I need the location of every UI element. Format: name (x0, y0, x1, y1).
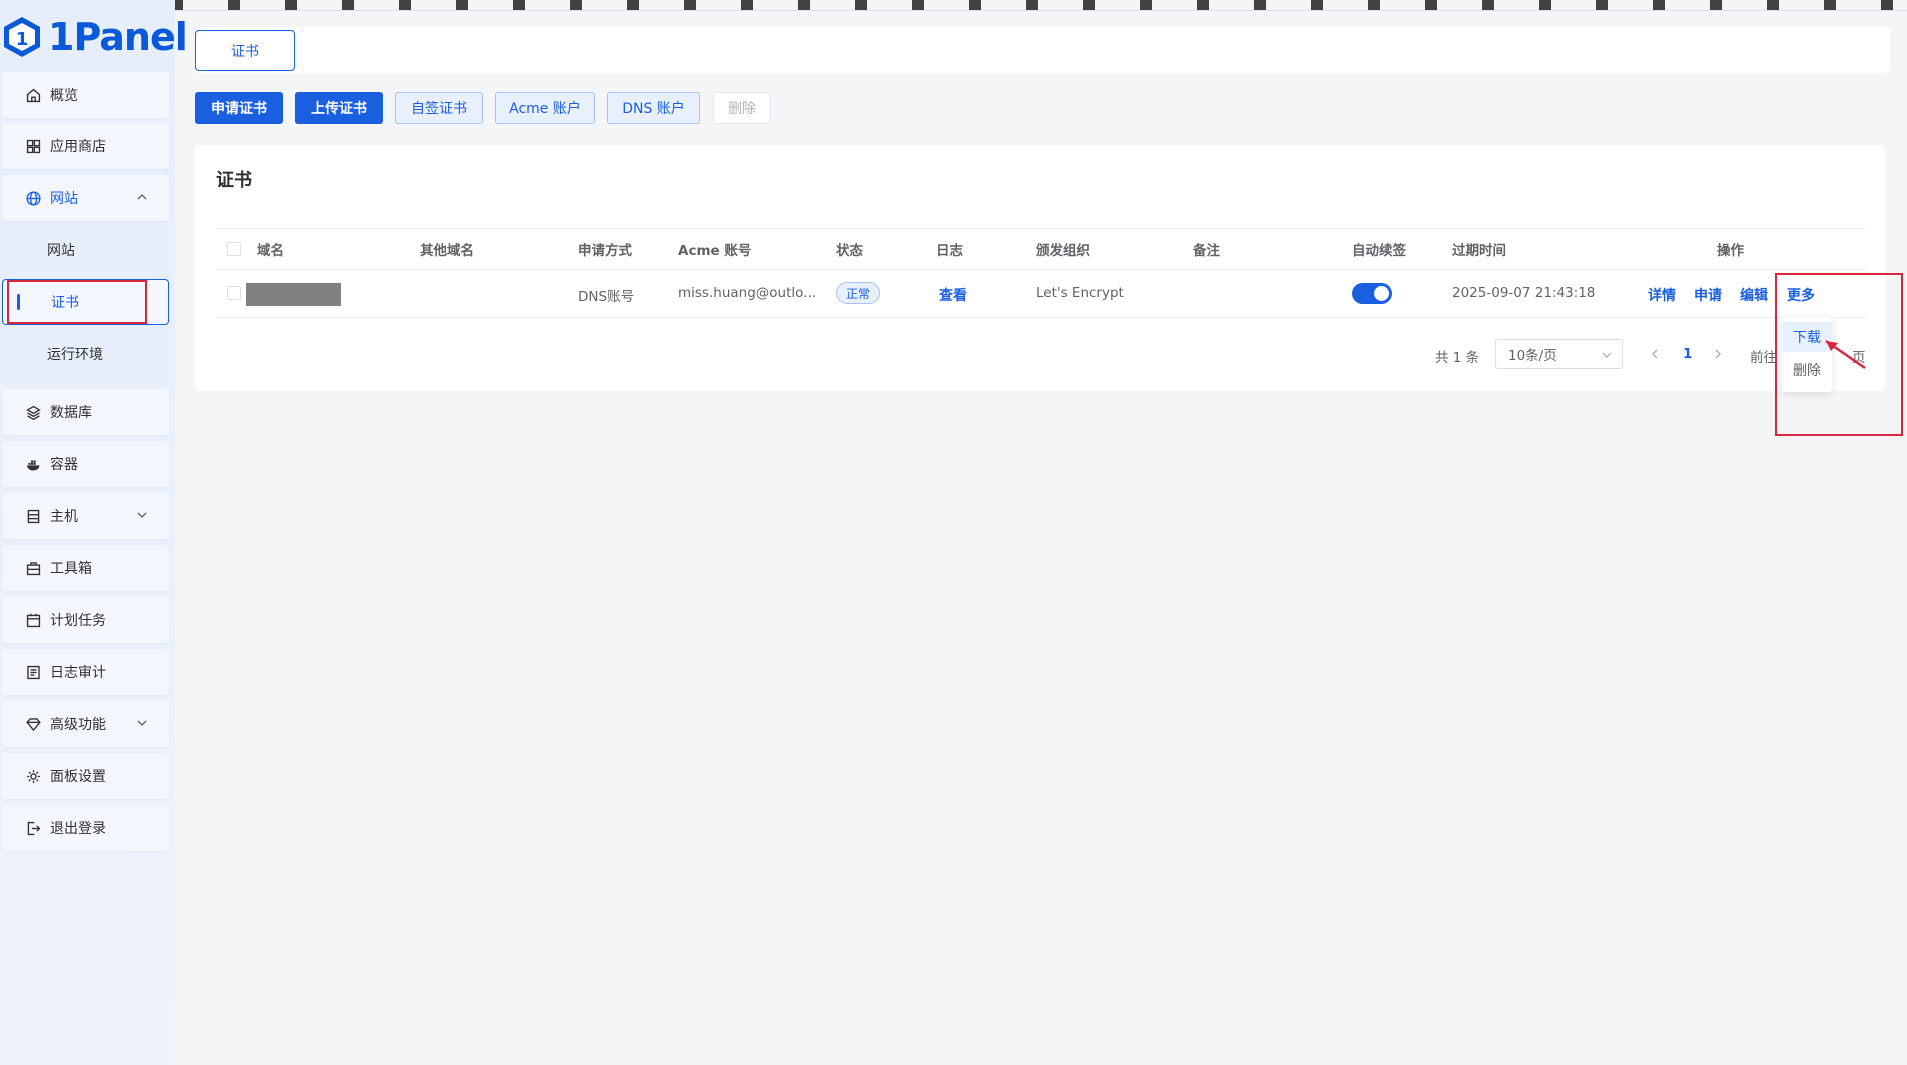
select-all-checkbox[interactable] (227, 242, 241, 256)
sidebar-item-logout[interactable]: 退出登录 (2, 805, 169, 851)
redacted-domain (246, 283, 341, 306)
globe-icon (24, 189, 42, 207)
sidebar-item-label: 日志审计 (50, 665, 106, 681)
chevron-down-icon (137, 512, 147, 518)
auto-renew-toggle[interactable] (1352, 283, 1392, 304)
toggle-knob (1374, 286, 1389, 301)
current-page[interactable]: 1 (1683, 346, 1692, 362)
sidebar-item-label: 概览 (50, 88, 78, 104)
svg-text:1: 1 (16, 29, 29, 50)
chevron-down-icon (137, 720, 147, 726)
sidebar-item-label: 面板设置 (50, 769, 106, 785)
card-title: 证书 (216, 170, 252, 191)
sidebar-item-label: 网站 (50, 191, 78, 207)
edit-link[interactable]: 编辑 (1740, 285, 1768, 305)
top-divider (175, 10, 1907, 11)
annotation-highlight-box (7, 280, 147, 324)
logo-icon: 1 (2, 15, 42, 59)
table-header-divider (216, 228, 1866, 229)
cell-expire: 2025-09-07 21:43:18 (1452, 285, 1596, 301)
column-header-expire: 过期时间 (1452, 243, 1506, 259)
sidebar-item-label: 数据库 (50, 405, 92, 421)
sidebar-item-container[interactable]: 容器 (2, 441, 169, 487)
sidebar-item-label: 退出登录 (50, 821, 106, 837)
column-header-method: 申请方式 (578, 243, 632, 259)
sidebar-item-label: 容器 (50, 457, 78, 473)
status-badge: 正常 (836, 282, 880, 304)
sidebar-item-settings[interactable]: 面板设置 (2, 753, 169, 799)
prev-page-icon[interactable] (1650, 349, 1660, 359)
sidebar-item-toolbox[interactable]: 工具箱 (2, 545, 169, 591)
sidebar-subitem-website[interactable]: 网站 (2, 227, 169, 273)
calendar-icon (24, 611, 42, 629)
tab-certificate[interactable]: 证书 (195, 30, 295, 71)
logout-icon (24, 819, 42, 837)
layers-icon (24, 403, 42, 421)
page-size-select[interactable]: 10条/页 (1495, 339, 1623, 369)
sidebar-item-database[interactable]: 数据库 (2, 389, 169, 435)
server-icon (24, 507, 42, 525)
sidebar-item-overview[interactable]: 概览 (2, 72, 169, 118)
home-icon (24, 86, 42, 104)
row-checkbox[interactable] (227, 286, 241, 300)
acme-account-button[interactable]: Acme 账户 (495, 92, 595, 124)
sidebar-item-label: 计划任务 (50, 613, 106, 629)
sidebar-item-log-audit[interactable]: 日志审计 (2, 649, 169, 695)
column-header-other-domains: 其他域名 (420, 243, 474, 259)
column-header-status: 状态 (836, 243, 863, 259)
sidebar-item-advanced[interactable]: 高级功能 (2, 701, 169, 747)
tab-bar (195, 27, 1890, 73)
pagination-total: 共 1 条 (1435, 350, 1480, 366)
self-signed-certificate-button[interactable]: 自签证书 (395, 92, 483, 124)
sidebar-item-website[interactable]: 网站 (2, 175, 169, 221)
top-decoration (0, 0, 1907, 10)
sidebar-item-label: 工具箱 (50, 561, 92, 577)
app-logo[interactable]: 1 1Panel (2, 12, 188, 62)
sidebar: 1 1Panel 概览 应用商店 网站 网站 证书 运行环境 数据库 容器 主机 (0, 0, 188, 1065)
apply-certificate-button[interactable]: 申请证书 (195, 92, 283, 124)
goto-prefix: 前往 (1750, 350, 1777, 366)
table-row-divider (216, 317, 1866, 318)
toolbox-icon (24, 559, 42, 577)
docker-icon (24, 455, 42, 473)
next-page-icon[interactable] (1713, 349, 1723, 359)
sidebar-item-label: 应用商店 (50, 139, 106, 155)
sidebar-subitem-runtime[interactable]: 运行环境 (2, 331, 169, 377)
cell-issuer: Let's Encrypt (1036, 285, 1124, 301)
column-header-domain: 域名 (257, 243, 284, 259)
table-row-divider (216, 269, 1866, 270)
column-header-acme-account: Acme 账号 (678, 243, 752, 259)
delete-button[interactable]: 删除 (713, 92, 771, 124)
cell-method: DNS账号 (578, 289, 635, 305)
grid-icon (24, 137, 42, 155)
sidebar-item-host[interactable]: 主机 (2, 493, 169, 539)
column-header-issuer: 颁发组织 (1036, 243, 1090, 259)
column-header-actions: 操作 (1717, 243, 1744, 259)
chevron-up-icon (137, 194, 147, 200)
chevron-down-icon (1602, 352, 1612, 358)
gear-icon (24, 767, 42, 785)
view-log-link[interactable]: 查看 (939, 285, 967, 305)
sidebar-item-app-store[interactable]: 应用商店 (2, 123, 169, 169)
column-header-remark: 备注 (1193, 243, 1220, 259)
cell-acme-account: miss.huang@outlo... (678, 285, 817, 301)
apply-link[interactable]: 申请 (1694, 285, 1722, 305)
sidebar-item-cron[interactable]: 计划任务 (2, 597, 169, 643)
sidebar-item-label: 高级功能 (50, 717, 106, 733)
column-header-log: 日志 (936, 243, 963, 259)
page-size-value: 10条/页 (1508, 348, 1557, 364)
detail-link[interactable]: 详情 (1648, 285, 1676, 305)
column-header-auto-renew: 自动续签 (1352, 243, 1406, 259)
sidebar-subitem-label: 网站 (47, 243, 75, 259)
dns-account-button[interactable]: DNS 账户 (607, 92, 700, 124)
logo-text: 1Panel (48, 15, 188, 59)
log-icon (24, 663, 42, 681)
certificate-card (195, 145, 1885, 391)
upload-certificate-button[interactable]: 上传证书 (295, 92, 383, 124)
sidebar-item-label: 主机 (50, 509, 78, 525)
annotation-arrow-icon (1825, 339, 1866, 370)
sidebar-subitem-label: 运行环境 (47, 347, 103, 363)
diamond-icon (24, 715, 42, 733)
